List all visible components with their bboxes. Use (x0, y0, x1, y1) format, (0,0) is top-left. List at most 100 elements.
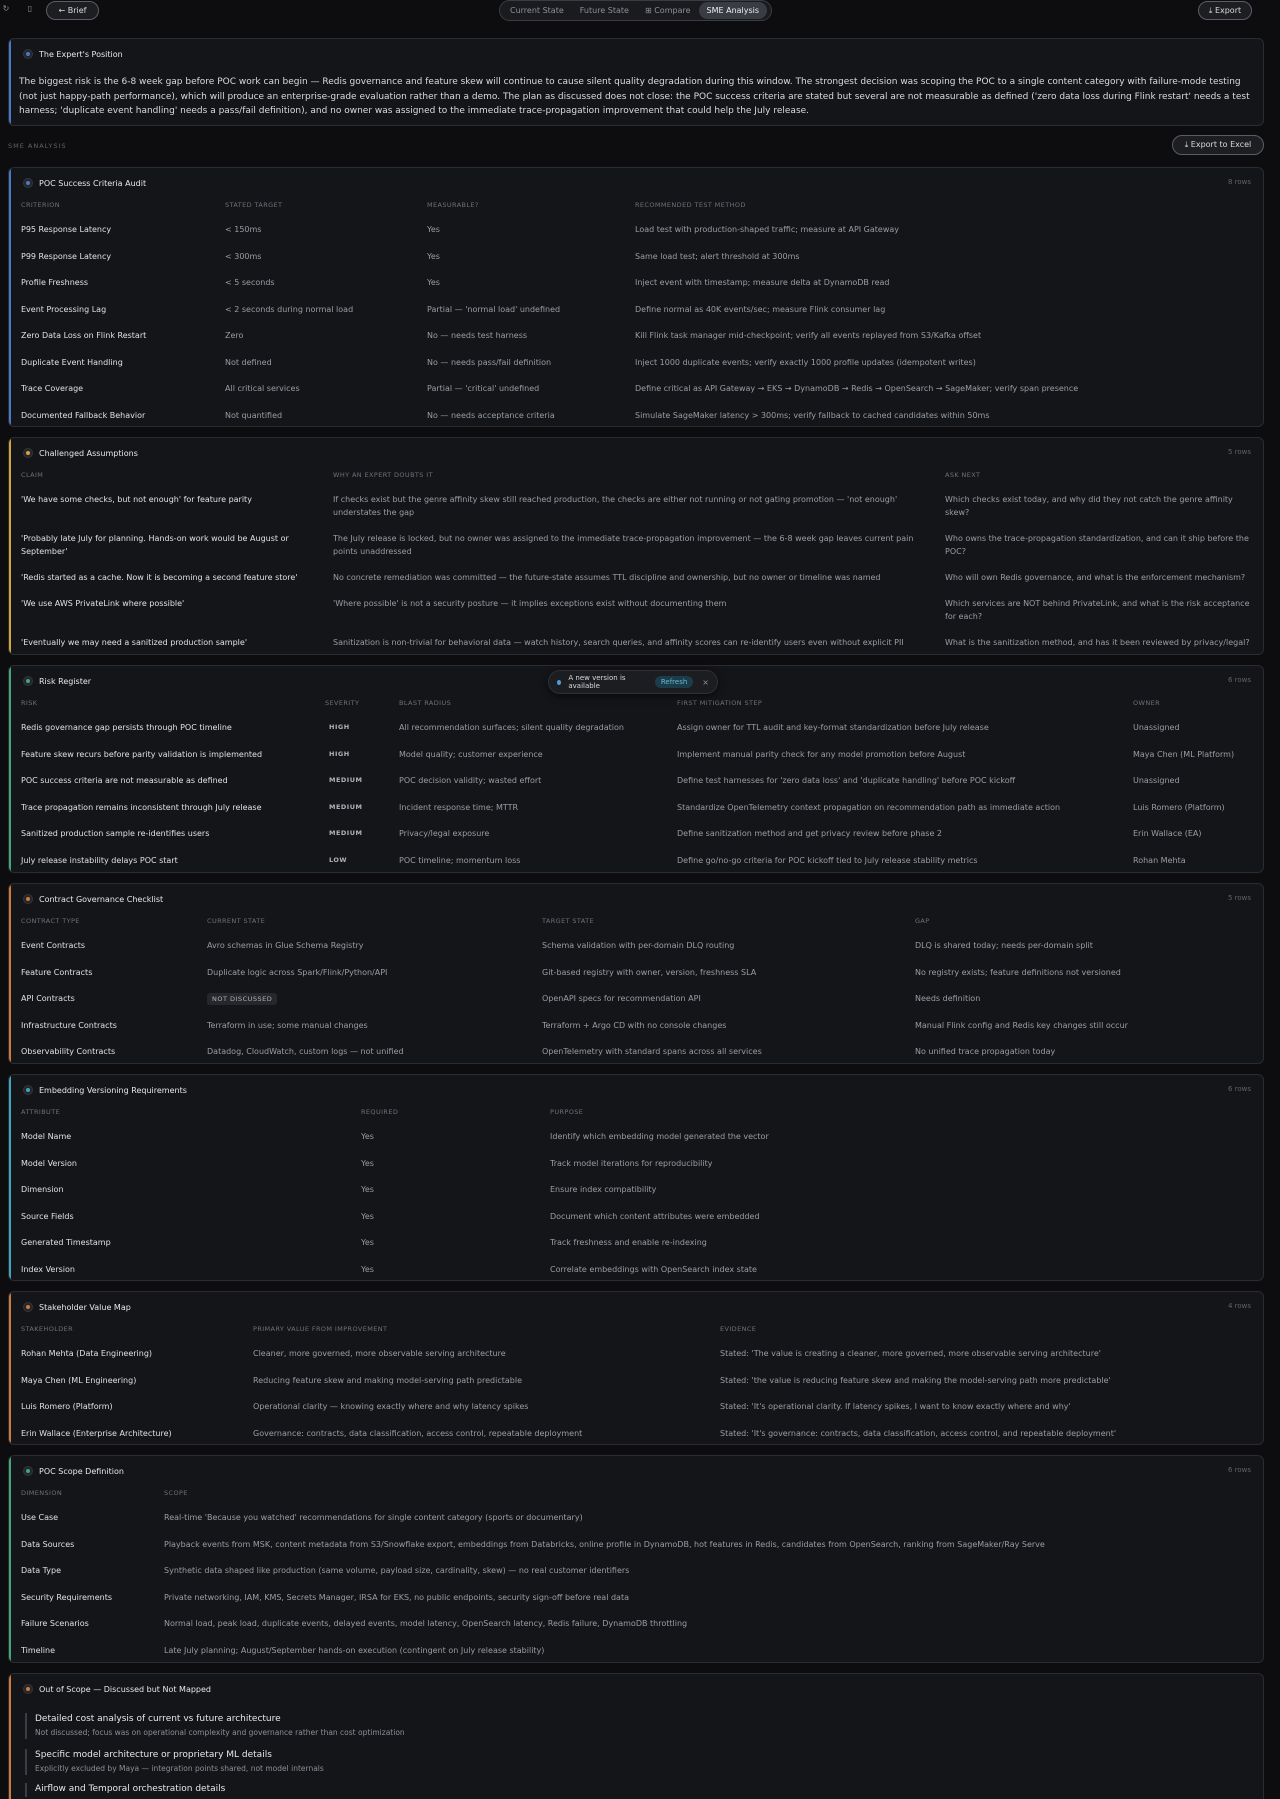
table-cell: Rohan Mehta (Data Engineering) (21, 1349, 153, 1358)
expert-position-card: The Expert's Position The biggest risk i… (8, 38, 1264, 126)
export-excel-button[interactable]: ⤓ Export to Excel (1172, 135, 1264, 155)
row-count: 5 rows (1227, 448, 1251, 456)
tab-future-state[interactable]: Future State (572, 2, 637, 19)
table-cell: Playback events from MSK, content metada… (164, 1540, 1045, 1549)
table-cell: Who will own Redis governance, and what … (945, 573, 1246, 582)
table-cell: Event Processing Lag (21, 305, 107, 314)
table-cell: Track freshness and enable re-indexing (550, 1238, 707, 1247)
table-cell: Implement manual parity check for any mo… (677, 750, 966, 759)
table-cell: Private networking, IAM, KMS, Secrets Ma… (164, 1593, 629, 1602)
table-cell: Ensure index compatibility (550, 1185, 657, 1194)
card-title: The Expert's Position (39, 49, 123, 59)
assumptions-card: Challenged Assumptions 5 rows CLAIM WHY … (8, 437, 1264, 655)
table-cell: Dimension (21, 1185, 64, 1194)
table-cell: Trace propagation remains inconsistent t… (21, 803, 262, 812)
table-cell: No — needs acceptance criteria (427, 411, 555, 420)
card-title: Embedding Versioning Requirements (39, 1085, 187, 1095)
tab-compare[interactable]: ⊞ Compare (637, 2, 699, 19)
refresh-button[interactable]: Refresh (654, 676, 694, 688)
table-cell: Document which content attributes were e… (550, 1212, 760, 1221)
table-cell: Yes (361, 1159, 374, 1168)
export-button[interactable]: ⤓ Export (1198, 1, 1252, 20)
table-cell: Same load test; alert threshold at 300ms (635, 252, 800, 261)
table-cell: All recommendation surfaces; silent qual… (399, 723, 624, 732)
column-header: SEVERITY (325, 699, 360, 707)
table-cell: No — needs test harness (427, 331, 528, 340)
severity-label: LOW (329, 856, 348, 864)
table-cell: Luis Romero (Platform) (1133, 803, 1225, 812)
table-cell: Real-time 'Because you watched' recommen… (164, 1513, 583, 1522)
table-cell: Load test with production-shaped traffic… (635, 225, 900, 234)
sidebar-icon[interactable]: ▯ (25, 4, 35, 14)
table-cell: Luis Romero (Platform) (21, 1402, 113, 1411)
list-item: Detailed cost analysis of current vs fut… (25, 1713, 405, 1739)
severity-label: MEDIUM (329, 829, 363, 837)
close-icon[interactable]: × (702, 678, 709, 687)
card-title: Contract Governance Checklist (39, 894, 164, 904)
brief-button[interactable]: ← Brief (46, 1, 99, 20)
bullet-icon (23, 178, 33, 188)
contract-governance-card: Contract Governance Checklist 5 rows CON… (8, 883, 1264, 1064)
severity-label: MEDIUM (329, 776, 363, 784)
bullet-icon (23, 448, 33, 458)
info-dot-icon (557, 679, 562, 685)
table-cell: Security Requirements (21, 1593, 113, 1602)
table-cell: 'Probably late July for planning. Hands-… (21, 534, 289, 556)
table-cell: Reducing feature skew and making model-s… (253, 1376, 522, 1385)
table-cell: Index Version (21, 1265, 75, 1274)
table-cell: The July release is locked, but no owner… (333, 534, 914, 556)
table-cell: Stated: 'It's governance: contracts, dat… (720, 1429, 1117, 1438)
toast-message: A new version is available (568, 674, 626, 690)
tab-current-state[interactable]: Current State (502, 2, 572, 19)
table-cell: Observability Contracts (21, 1047, 116, 1056)
column-header: PRIMARY VALUE FROM IMPROVEMENT (253, 1325, 388, 1333)
table-cell: Cleaner, more governed, more observable … (253, 1349, 506, 1358)
poc-scope-card: POC Scope Definition 6 rows DIMENSION SC… (8, 1455, 1264, 1663)
column-header: GAP (915, 917, 930, 925)
table-cell: Trace Coverage (21, 384, 84, 393)
table-cell: Standardize OpenTelemetry context propag… (677, 803, 1061, 812)
table-cell: Generated Timestamp (21, 1238, 111, 1247)
table-cell: Profile Freshness (21, 278, 89, 287)
table-cell: Yes (361, 1212, 374, 1221)
table-cell: Incident response time; MTTR (399, 803, 519, 812)
table-cell: Timeline (21, 1646, 56, 1655)
column-header: TARGET STATE (542, 917, 595, 925)
severity-label: MEDIUM (329, 803, 363, 811)
update-toast: A new version is available Refresh × (548, 670, 718, 694)
severity-label: HIGH (329, 723, 350, 731)
table-cell: Duplicate Event Handling (21, 358, 123, 367)
list-item-title: Airflow and Temporal orchestration detai… (35, 1784, 226, 1794)
list-item-title: Specific model architecture or proprieta… (35, 1750, 272, 1760)
row-count: 4 rows (1227, 1302, 1251, 1310)
tab-sme-analysis[interactable]: SME Analysis (698, 2, 768, 19)
table-cell: Git-based registry with owner, version, … (542, 968, 757, 977)
bullet-icon (23, 894, 33, 904)
card-title: POC Scope Definition (39, 1466, 124, 1476)
table-cell: Needs definition (915, 994, 981, 1003)
top-bar: ↻ ▯ ← Brief Current State Future State ⊞… (0, 0, 1280, 22)
row-count: 8 rows (1227, 178, 1251, 186)
table-cell: What is the sanitization method, and has… (945, 638, 1250, 647)
refresh-icon[interactable]: ↻ (1, 4, 11, 14)
table-cell: No registry exists; feature definitions … (915, 968, 1121, 977)
table-cell: Failure Scenarios (21, 1619, 89, 1628)
list-item-title: Detailed cost analysis of current vs fut… (35, 1714, 281, 1724)
table-cell: Unassigned (1133, 776, 1180, 785)
table-cell: Redis governance gap persists through PO… (21, 723, 232, 732)
table-cell: < 150ms (225, 225, 262, 234)
table-cell: Event Contracts (21, 941, 86, 950)
table-cell: Unassigned (1133, 723, 1180, 732)
table-cell: Not defined (225, 358, 272, 367)
table-cell: Inject 1000 duplicate events; verify exa… (635, 358, 976, 367)
table-cell: Rohan Mehta (1133, 856, 1186, 865)
table-cell: Define sanitization method and get priva… (677, 829, 943, 838)
card-title: Challenged Assumptions (39, 448, 138, 458)
table-cell: 'We have some checks, but not enough' fo… (21, 495, 252, 504)
table-cell: Use Case (21, 1513, 59, 1522)
column-header: REQUIRED (361, 1108, 399, 1116)
table-cell: Synthetic data shaped like production (s… (164, 1566, 630, 1575)
expert-position-text: The biggest risk is the 6-8 week gap bef… (19, 77, 1250, 116)
column-header: CRITERION (21, 201, 61, 209)
column-header: ASK NEXT (945, 471, 981, 479)
